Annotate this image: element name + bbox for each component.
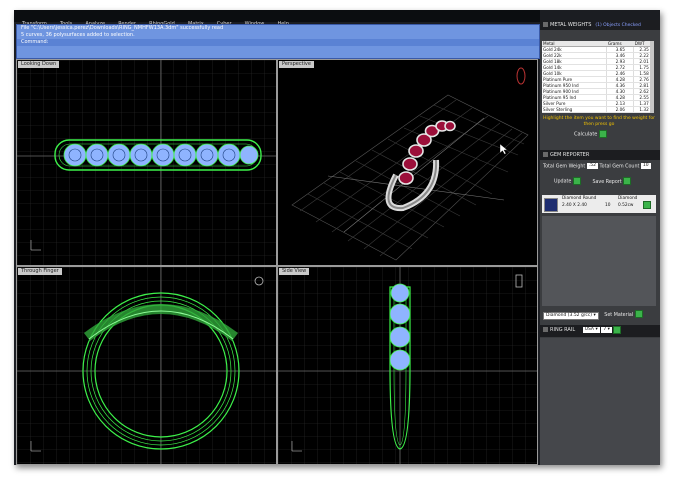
gem-reporter-header[interactable]: GEM REPORTER — [540, 150, 660, 160]
viewport-front-canvas — [17, 267, 276, 464]
viewport-right-canvas — [278, 267, 537, 464]
ring-rail-header[interactable]: RING RAIL USA ▾ 7 ▾ — [540, 325, 660, 337]
save-report-button[interactable] — [623, 177, 632, 185]
total-weight-field[interactable]: .52 — [586, 163, 599, 169]
set-material-label: Set Material — [604, 312, 634, 318]
ring-rail-title: RING RAIL — [550, 327, 576, 333]
calculate-row: Calculate — [574, 130, 607, 138]
viewport-title-front[interactable]: Through Finger — [18, 268, 62, 275]
material-select[interactable]: Diamond (3.52 g/cc) ▾ — [543, 311, 599, 320]
mouse-cursor-icon — [499, 143, 508, 155]
calculate-button[interactable] — [598, 130, 607, 138]
gem-actions-row: Update Save Report — [554, 177, 632, 185]
viewport-top[interactable]: Looking Down — [16, 59, 277, 266]
menu-bar: Transform Tools Analyze Render RhinoGold… — [14, 10, 540, 27]
update-button[interactable] — [572, 177, 581, 185]
objects-checked: (1) Objects Checked — [595, 23, 641, 28]
gem-row-button[interactable] — [643, 201, 651, 209]
viewport-perspective-canvas — [291, 67, 529, 261]
metal-weights-table[interactable]: Metal Grams DWT Gold 24k 3.65 2.35 Gold 22k… — [542, 41, 654, 113]
command-line-2: 5 curves, 36 polysurfaces added to selec… — [21, 32, 135, 38]
gem-totals-row: Total Gem Weight .52 Total Gem Count 10 — [543, 163, 651, 170]
viewport-top-canvas — [17, 60, 276, 265]
ring-rail-button[interactable] — [613, 325, 622, 334]
total-count-field[interactable]: 10 — [640, 163, 651, 169]
viewport-front[interactable]: Through Finger — [16, 266, 277, 465]
panel-empty-area — [540, 338, 660, 465]
collapse-icon[interactable] — [543, 327, 548, 332]
viewport-right[interactable]: Side View — [277, 266, 538, 465]
calculate-label: Calculate — [574, 131, 598, 138]
app-window: Transform Tools Analyze Render RhinoGold… — [14, 10, 660, 465]
gem-count: 10 — [605, 203, 611, 208]
gem-name: Diamond Round — [562, 196, 597, 201]
gem-reporter-title: GEM REPORTER — [550, 152, 590, 158]
viewport-title-perspective[interactable]: Perspective — [279, 61, 314, 68]
gem-dims: 2.40 X 2.40 — [562, 203, 587, 208]
command-prompt[interactable]: Command: — [17, 39, 539, 46]
total-weight-label: Total Gem Weight — [543, 164, 586, 170]
viewport-title-right[interactable]: Side View — [279, 268, 310, 275]
viewport-perspective[interactable]: Perspective — [277, 59, 538, 266]
total-count-label: Total Gem Count — [599, 164, 640, 170]
gem-weight: 0.52cw — [618, 203, 634, 208]
viewport-title-top[interactable]: Looking Down — [18, 61, 60, 68]
update-label: Update — [554, 179, 572, 185]
ring-size-system-select[interactable]: USA ▾ — [582, 326, 600, 333]
table-row[interactable]: Silver Sterling 2.06 1.32 — [542, 106, 654, 113]
metal-weights-hint: Highlight the item you want to find the … — [543, 116, 655, 127]
collapse-icon[interactable] — [543, 152, 548, 157]
table-scrollbar[interactable] — [650, 41, 654, 113]
ring-size-select[interactable]: 7 ▾ — [601, 326, 612, 333]
gem-list-area — [542, 216, 656, 306]
collapse-icon[interactable] — [543, 22, 548, 27]
ring-thumbnail-icon — [516, 67, 526, 85]
command-history: File "C:\Users\jessica.perez\Downloads\R… — [16, 24, 540, 67]
cell-grams: 2.06 — [606, 106, 634, 113]
gem-thumbnail-icon — [544, 198, 558, 212]
set-material-button[interactable] — [634, 310, 643, 318]
ring-perspective-render — [385, 120, 456, 212]
material-row: Diamond (3.52 g/cc) ▾ Set Material — [543, 310, 643, 320]
side-panel: METAL WEIGHTS (1) Objects Checked Metal G… — [540, 20, 660, 465]
gem-material: Diamond — [618, 196, 638, 201]
command-line-1: File "C:\Users\jessica.perez\Downloads\R… — [21, 25, 224, 31]
save-report-label: Save Report — [592, 179, 622, 185]
cell-metal: Silver Sterling — [542, 106, 607, 113]
gem-list-row[interactable]: Diamond Round 2.40 X 2.40 10 Diamond 0.5… — [542, 195, 656, 213]
metal-weights-header[interactable]: METAL WEIGHTS (1) Objects Checked — [540, 20, 660, 30]
metal-weights-title: METAL WEIGHTS — [550, 22, 592, 28]
